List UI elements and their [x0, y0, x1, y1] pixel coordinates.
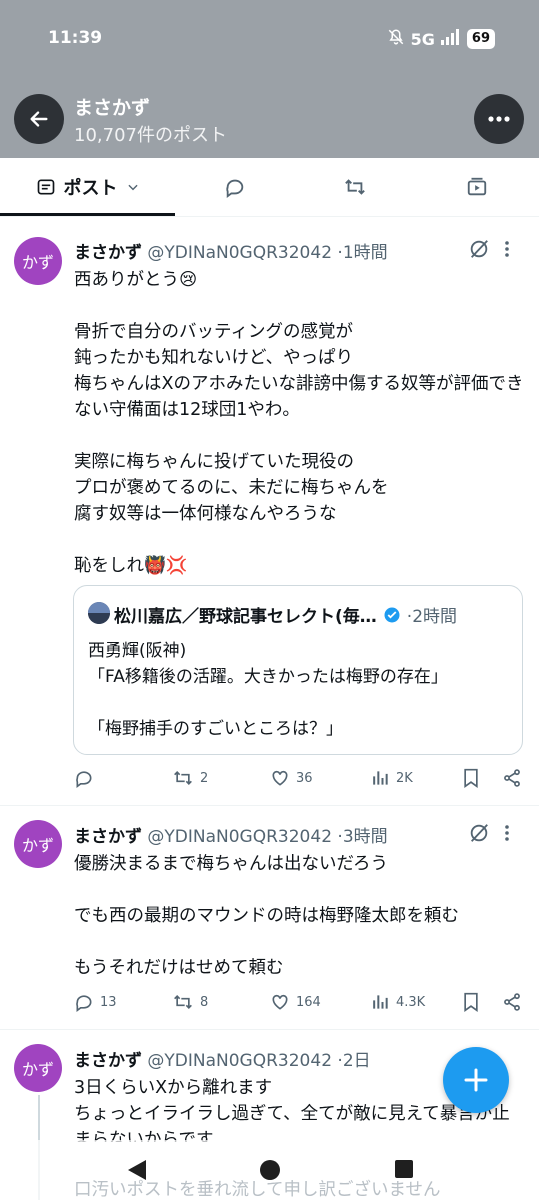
bookmark-button[interactable]: [462, 992, 480, 1012]
tab-media[interactable]: [415, 158, 539, 216]
repost-count: 2: [200, 770, 209, 786]
arrow-left-icon: [30, 111, 48, 127]
repost-count: 8: [200, 994, 209, 1010]
avatar[interactable]: かず: [14, 237, 62, 285]
signal-icon: [440, 29, 461, 49]
like-button[interactable]: 164: [270, 992, 321, 1012]
verified-badge-icon: [384, 607, 400, 622]
like-count: 36: [296, 770, 313, 786]
triangle-back-icon: [128, 1160, 146, 1180]
bookmark-icon: [464, 768, 478, 788]
post-text: 優勝決まるまで梅ちゃんは出ないだろう でも西の最期のマウンドの時は梅野隆太郎を頼…: [74, 854, 459, 978]
square-recents-icon: [395, 1160, 413, 1178]
post-text: 西ありがとう😢 骨折で自分のバッティングの感覚が 鈍ったかも知れないけど、やっぱ…: [74, 270, 524, 576]
profile-name: まさかず: [74, 97, 151, 119]
tab-reposts[interactable]: [295, 158, 415, 216]
repost-icon: [345, 179, 365, 195]
repost-icon: [174, 770, 192, 786]
post-meta: まさかず @YDINaN0GQR32042 ·3時間: [74, 822, 388, 847]
status-time: 11:39: [48, 28, 103, 48]
post-actions: 2 36 2K: [74, 768, 524, 792]
tab-posts[interactable]: ポスト: [0, 158, 175, 216]
tab-underline: [0, 213, 175, 216]
heart-icon: [272, 770, 288, 786]
share-icon: [504, 769, 520, 787]
post-top-icons: [468, 822, 510, 844]
quoted-time: 2時間: [412, 607, 458, 627]
more-icon: [488, 116, 510, 122]
chevron-down-icon: [127, 184, 138, 191]
author-name[interactable]: まさかず: [74, 827, 142, 847]
views-button[interactable]: 2K: [370, 768, 413, 788]
bookmark-icon: [464, 992, 478, 1012]
overflow-icon[interactable]: [504, 824, 510, 842]
author-handle: @YDINaN0GQR32042: [147, 243, 333, 263]
post-time: 2日: [342, 1051, 371, 1071]
network-label: 5G: [410, 29, 435, 49]
nav-home-button[interactable]: [258, 1158, 282, 1186]
quoted-meta: 松川嘉広／野球記事セレクト(毎… ·2時間: [114, 602, 457, 627]
post-meta: まさかず @YDINaN0GQR32042 ·2日: [74, 1046, 371, 1071]
views-icon: [373, 995, 388, 1009]
overflow-icon[interactable]: [504, 240, 510, 258]
post-divider: [0, 1029, 539, 1030]
post-time: 1時間: [342, 243, 388, 263]
avatar[interactable]: かず: [14, 1044, 62, 1092]
plus-icon: [464, 1068, 488, 1092]
mute-icon: [387, 28, 405, 50]
share-icon: [504, 993, 520, 1011]
post-actions: 13 8 164 4.3K: [74, 992, 524, 1016]
quoted-author-name: 松川嘉広／野球記事セレクト(毎…: [114, 607, 377, 627]
video-icon: [467, 177, 487, 196]
post-top-icons: [468, 238, 510, 260]
circle-home-icon: [260, 1160, 280, 1180]
reply-button[interactable]: [74, 768, 100, 788]
views-count: 4.3K: [396, 994, 426, 1010]
tab-posts-label: ポスト: [63, 178, 118, 199]
views-icon: [373, 771, 388, 785]
nav-recents-button[interactable]: [393, 1158, 415, 1184]
avatar[interactable]: かず: [14, 820, 62, 868]
reply-button[interactable]: 13: [74, 992, 117, 1012]
status-indicators: 5G 69: [387, 28, 495, 50]
views-button[interactable]: 4.3K: [370, 992, 425, 1012]
author-handle: @YDINaN0GQR32042: [147, 1051, 333, 1071]
author-handle: @YDINaN0GQR32042: [147, 827, 333, 847]
reply-count: 13: [100, 994, 117, 1010]
reply-icon: [76, 771, 92, 788]
post-time: 3時間: [342, 827, 388, 847]
repost-button[interactable]: 2: [172, 768, 208, 788]
bookmark-button[interactable]: [462, 768, 480, 788]
grok-icon[interactable]: [468, 822, 490, 844]
share-button[interactable]: [502, 768, 522, 788]
share-button[interactable]: [502, 992, 522, 1012]
battery-icon: 69: [466, 29, 495, 49]
repost-icon: [174, 994, 192, 1010]
tab-replies[interactable]: [175, 158, 295, 216]
compose-button[interactable]: [443, 1047, 509, 1113]
author-name[interactable]: まさかず: [74, 243, 142, 263]
grok-icon[interactable]: [468, 238, 490, 260]
reply-icon: [76, 995, 92, 1012]
list-icon: [37, 179, 54, 195]
repost-button[interactable]: 8: [172, 992, 208, 1012]
post-count: 10,707件のポスト: [74, 125, 227, 146]
quoted-post[interactable]: 松川嘉広／野球記事セレクト(毎… ·2時間 西勇輝(阪神) 「FA移籍後の活躍。…: [73, 585, 523, 755]
nav-back-button[interactable]: [126, 1158, 148, 1186]
like-count: 164: [296, 994, 321, 1010]
post-meta: まさかず @YDINaN0GQR32042 ·1時間: [74, 238, 388, 263]
more-button[interactable]: [474, 94, 524, 144]
quoted-avatar: [88, 602, 110, 624]
like-button[interactable]: 36: [270, 768, 313, 788]
quoted-text: 西勇輝(阪神) 「FA移籍後の活躍。大きかったは梅野の存在」 「梅野捕手のすごい…: [88, 641, 448, 739]
heart-icon: [272, 994, 288, 1010]
reply-icon: [226, 179, 244, 198]
author-name[interactable]: まさかず: [74, 1051, 142, 1071]
tab-bar: ポスト: [0, 158, 539, 217]
back-button[interactable]: [14, 94, 64, 144]
views-count: 2K: [396, 770, 413, 786]
post-divider: [0, 805, 539, 806]
